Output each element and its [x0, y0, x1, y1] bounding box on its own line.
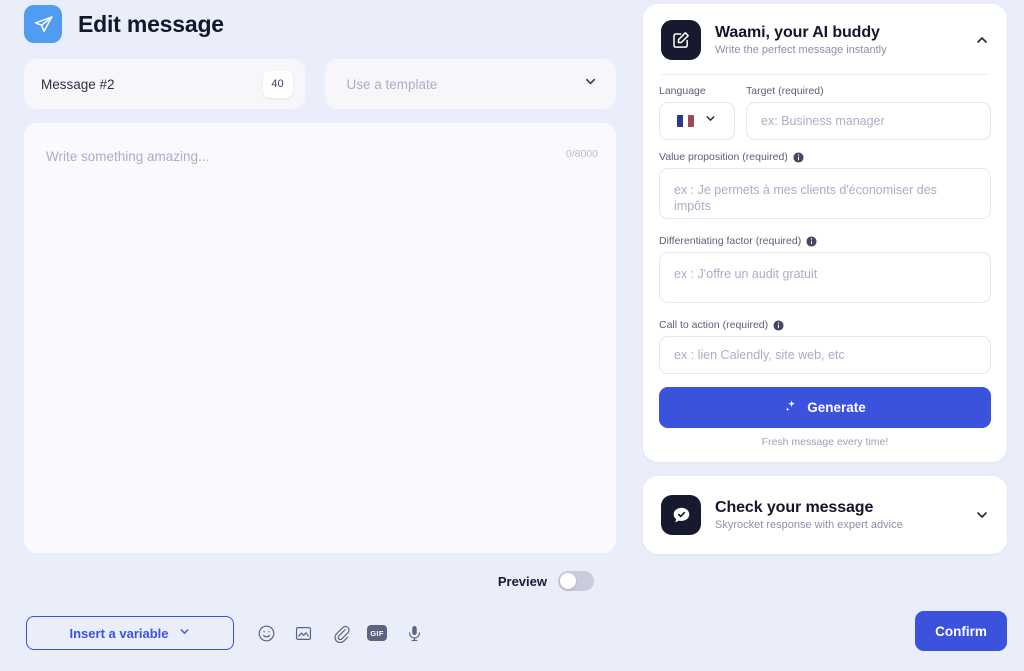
- check-message-card[interactable]: Check your message Skyrocket response wi…: [643, 476, 1007, 554]
- emoji-icon[interactable]: [256, 623, 276, 643]
- fr-flag-icon: [677, 115, 694, 127]
- ai-sidebar: Waami, your AI buddy Write the perfect m…: [640, 0, 1024, 671]
- toggle-knob: [560, 573, 576, 589]
- check-message-titles: Check your message Skyrocket response wi…: [715, 499, 959, 531]
- check-message-subtitle: Skyrocket response with expert advice: [715, 519, 903, 531]
- attachment-tools: GIF: [256, 623, 424, 643]
- message-name-value: Message #2: [41, 76, 115, 92]
- waami-card-titles: Waami, your AI buddy Write the perfect m…: [715, 24, 959, 56]
- call-to-action-label-text: Call to action (required): [659, 319, 769, 331]
- chevron-down-icon: [178, 625, 191, 641]
- call-to-action-input[interactable]: [659, 336, 991, 374]
- language-select[interactable]: [659, 102, 735, 140]
- language-target-row: Language Target (required): [659, 85, 991, 140]
- call-to-action-label: Call to action (required): [659, 319, 991, 331]
- editor-char-counter: 0/8000: [565, 148, 598, 160]
- target-input[interactable]: [746, 102, 991, 140]
- target-label: Target (required): [746, 85, 824, 97]
- template-select[interactable]: Use a template: [324, 59, 616, 109]
- edit-message-screen: Edit message Message #2 40 Use a templat…: [0, 0, 1024, 671]
- differentiating-factor-label: Differentiating factor (required): [659, 235, 991, 247]
- value-proposition-field: Value proposition (required): [659, 151, 991, 224]
- generate-note: Fresh message every time!: [761, 436, 889, 448]
- bottom-toolbar: Insert a variable GIF: [0, 595, 640, 671]
- chevron-down-icon[interactable]: [973, 507, 991, 523]
- call-to-action-field: Call to action (required): [659, 319, 991, 374]
- info-icon[interactable]: [806, 235, 817, 247]
- waami-card-header[interactable]: Waami, your AI buddy Write the perfect m…: [643, 4, 1007, 74]
- check-message-header[interactable]: Check your message Skyrocket response wi…: [643, 476, 1007, 554]
- edit-square-icon: [661, 20, 701, 60]
- value-proposition-label: Value proposition (required): [659, 151, 991, 163]
- chat-check-icon: [661, 495, 701, 535]
- message-body-editor[interactable]: Write something amazing... 0/8000: [24, 123, 616, 553]
- value-proposition-label-text: Value proposition (required): [659, 151, 788, 163]
- sparkle-icon: [784, 399, 798, 416]
- page-header: Edit message: [24, 0, 616, 46]
- differentiating-factor-label-text: Differentiating factor (required): [659, 235, 802, 247]
- generate-button[interactable]: Generate: [659, 387, 991, 428]
- check-message-title: Check your message: [715, 499, 874, 516]
- image-icon[interactable]: [293, 623, 313, 643]
- chevron-up-icon[interactable]: [973, 32, 991, 48]
- insert-variable-label: Insert a variable: [69, 625, 169, 641]
- language-field: Language: [659, 85, 735, 140]
- message-name-input[interactable]: Message #2 40: [24, 59, 305, 109]
- target-field: Target (required): [746, 85, 991, 140]
- editor-placeholder: Write something amazing...: [46, 149, 210, 164]
- message-editor-column: Edit message Message #2 40 Use a templat…: [0, 0, 640, 671]
- waami-ai-card: Waami, your AI buddy Write the perfect m…: [643, 4, 1007, 462]
- generate-label: Generate: [807, 400, 866, 415]
- card-divider: [661, 74, 989, 75]
- differentiating-factor-field: Differentiating factor (required): [659, 235, 991, 308]
- send-plane-icon: [24, 5, 62, 43]
- info-icon[interactable]: [793, 151, 804, 163]
- gif-icon[interactable]: GIF: [367, 623, 387, 643]
- chevron-down-icon: [583, 74, 598, 94]
- message-char-badge: 40: [262, 70, 293, 98]
- gif-label: GIF: [367, 625, 387, 641]
- message-meta-row: Message #2 40 Use a template: [24, 59, 616, 109]
- chevron-down-icon: [704, 112, 717, 130]
- insert-variable-button[interactable]: Insert a variable: [26, 616, 234, 650]
- info-icon[interactable]: [773, 319, 784, 331]
- preview-label: Preview: [497, 573, 547, 589]
- preview-toggle-row: Preview: [24, 568, 616, 594]
- waami-card-body: Language Target (required) ex: Business …: [643, 74, 1007, 462]
- attachment-icon[interactable]: [330, 623, 350, 643]
- preview-toggle[interactable]: [558, 571, 594, 591]
- waami-subtitle: Write the perfect message instantly: [715, 44, 887, 56]
- value-proposition-input[interactable]: [659, 168, 991, 219]
- template-placeholder: Use a template: [346, 76, 438, 92]
- page-title: Edit message: [78, 10, 224, 37]
- microphone-icon[interactable]: [404, 623, 424, 643]
- waami-title: Waami, your AI buddy: [715, 24, 880, 41]
- differentiating-factor-input[interactable]: [659, 252, 991, 303]
- language-label: Language: [659, 85, 706, 97]
